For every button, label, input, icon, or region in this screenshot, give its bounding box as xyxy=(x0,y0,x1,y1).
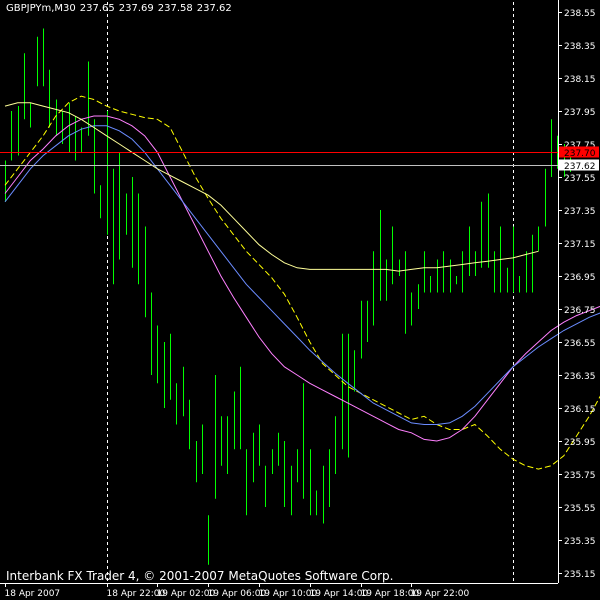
y-axis-ticks: 238.55238.35238.15237.95237.75237.55237.… xyxy=(558,9,596,580)
axes xyxy=(0,0,559,584)
y-tick-label: 237.95 xyxy=(564,108,596,118)
y-tick-label: 236.35 xyxy=(564,372,596,382)
y-tick-label: 235.75 xyxy=(564,471,596,481)
y-tick-label: 238.35 xyxy=(564,42,596,52)
close-price: 237.62 xyxy=(196,3,232,14)
y-tick-label: 236.15 xyxy=(564,405,596,415)
x-axis-ticks: 18 Apr 2007 18 Apr 22:0019 Apr 02:0019 Ap… xyxy=(5,583,470,599)
y-tick-label: 236.95 xyxy=(564,273,596,283)
y-tick-label: 235.35 xyxy=(564,537,596,547)
y-tick-label: 236.75 xyxy=(564,306,596,316)
y-tick-label: 237.55 xyxy=(564,174,596,184)
y-tick-label: 235.95 xyxy=(564,438,596,448)
x-tick-label: 19 Apr 22:00 xyxy=(411,589,470,599)
y-tick-label: 238.55 xyxy=(564,9,596,19)
ask-price-tag-label: 237.70 xyxy=(564,149,596,159)
high-price: 237.69 xyxy=(118,3,154,14)
chart-header: GBPJPYm,M30 237.65 237.69 237.58 237.62 xyxy=(6,3,236,14)
y-tick-label: 236.55 xyxy=(564,339,596,349)
chart-window[interactable]: 238.55 238.35 238.15 237.95 237.75 237.55 237.… xyxy=(0,0,600,600)
symbol-label: GBPJPYm,M30 xyxy=(6,3,76,14)
y-tick-label: 237.35 xyxy=(564,207,596,217)
y-tick-label: 235.15 xyxy=(564,570,596,580)
price-lines xyxy=(0,152,558,166)
bid-price-tag-label: 237.62 xyxy=(564,162,596,172)
open-price: 237.65 xyxy=(79,3,115,14)
y-tick-label: 238.15 xyxy=(564,75,596,85)
y-tick-label: 237.15 xyxy=(564,240,596,250)
low-price: 237.58 xyxy=(157,3,193,14)
price-chart[interactable]: 238.55238.35238.15237.95237.75237.55237.… xyxy=(0,0,600,600)
copyright-text: Interbank FX Trader 4, © 2001-2007 MetaQ… xyxy=(6,569,394,583)
price-bars xyxy=(5,28,571,565)
x-tick-label: 18 Apr 2007 xyxy=(5,589,61,599)
y-tick-label: 235.55 xyxy=(564,504,596,514)
